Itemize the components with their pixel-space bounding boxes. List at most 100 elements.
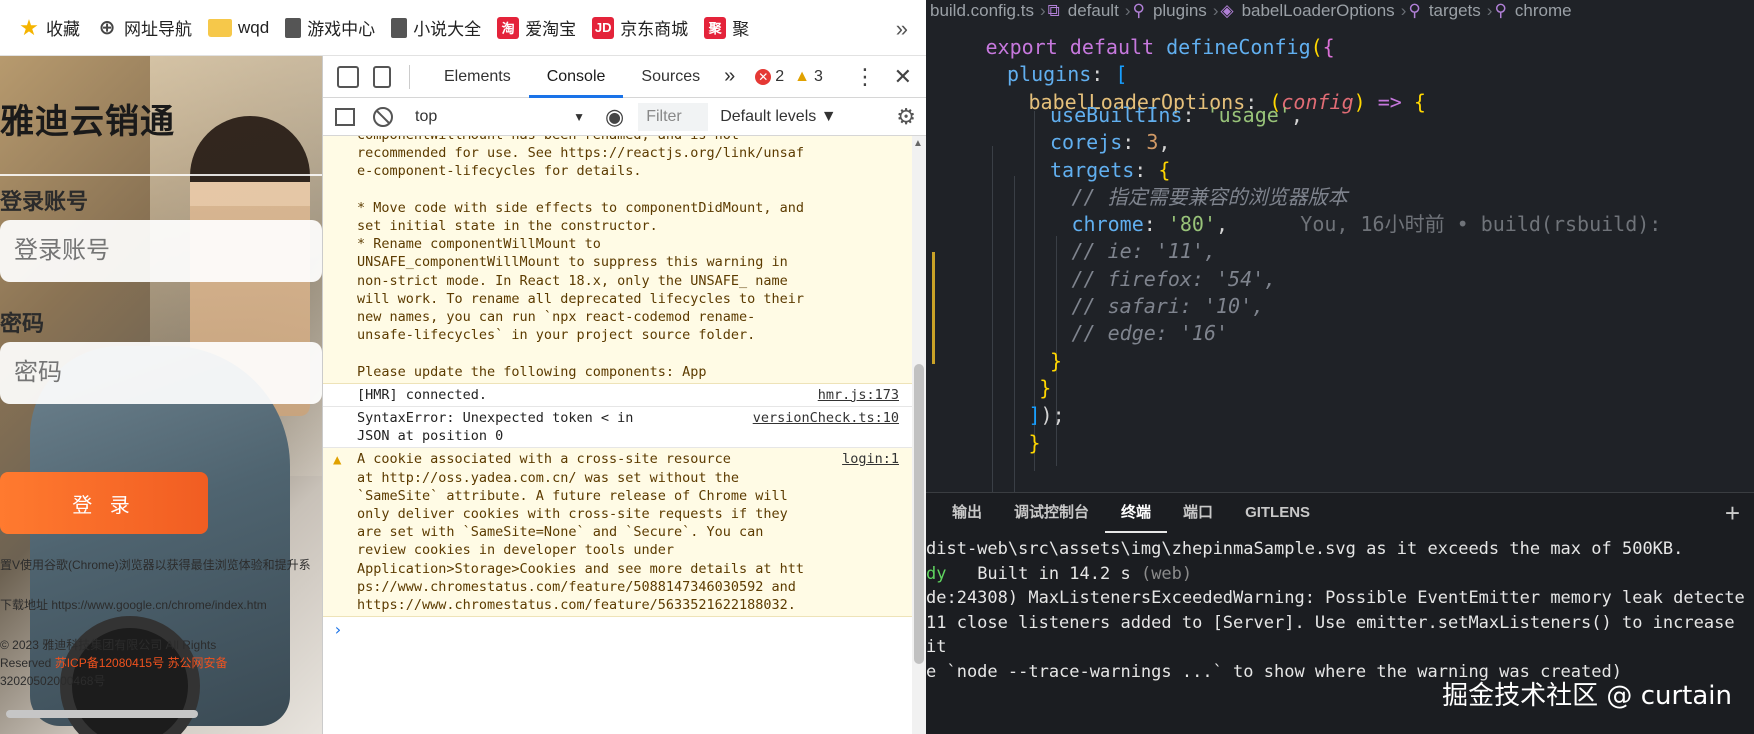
bookmark-item[interactable]: ⊕ 网址导航 [92, 12, 204, 44]
icp-link[interactable]: 苏ICP备12080415号 [55, 656, 164, 670]
download-link[interactable]: 下载地址 https://www.google.cn/chrome/index.… [0, 596, 267, 613]
horizontal-scrollbar[interactable] [6, 710, 198, 718]
terminal-text: de:24308) MaxListenersExceededWarning: P… [926, 588, 1745, 608]
property-icon: ⚲ [1132, 1, 1145, 20]
code-line: } [1039, 373, 1051, 403]
inspect-icon[interactable] [337, 65, 359, 88]
panel-tab[interactable]: 终端 [1105, 493, 1168, 533]
police-number[interactable]: 32020502000468号 [0, 672, 105, 689]
breadcrumb-item[interactable]: build.config.ts [926, 1, 1038, 21]
bookmark-label: 网址导航 [124, 20, 192, 39]
bookmark-item[interactable]: ★ 收藏 [14, 12, 92, 44]
kebab-menu-icon[interactable]: ⋮ [854, 64, 876, 90]
bookmark-item[interactable]: JD 京东商城 [588, 12, 700, 44]
code-token: // ie: '11', [1071, 239, 1217, 264]
code-token: ); [1040, 403, 1065, 428]
code-line: } [1050, 346, 1062, 376]
code-token: 'usage' [1206, 102, 1291, 127]
issue-counts[interactable]: ✕ 2 ▲ 3 [755, 68, 823, 86]
code-token: ( [1310, 35, 1323, 59]
bookmark-item[interactable]: wqd [204, 12, 281, 44]
jd-icon: JD [592, 16, 615, 39]
password-input[interactable] [0, 342, 322, 404]
source-link[interactable]: login:1 [842, 450, 899, 468]
console-prompt[interactable]: › [323, 617, 913, 639]
property-icon: ⚲ [1408, 1, 1421, 20]
code-token: { [1413, 89, 1426, 114]
scroll-up-icon[interactable]: ▲ [913, 138, 923, 149]
console-output: componentWillMount has been renamed, and… [323, 136, 913, 734]
bookmark-label: 小说大全 [413, 20, 482, 39]
code-token: , [1290, 102, 1303, 127]
clear-console-icon[interactable] [373, 106, 393, 127]
login-button[interactable]: 登 录 [0, 472, 208, 534]
add-terminal-icon[interactable]: + [1725, 498, 1740, 529]
breadcrumb-item[interactable]: plugins [1149, 1, 1211, 21]
more-tabs-icon[interactable]: » [724, 65, 735, 88]
code-token: { [1158, 157, 1171, 182]
console-message-text: A cookie associated with a cross-site re… [357, 451, 805, 614]
police-link[interactable]: 苏公网安备 [167, 656, 227, 670]
console-scrollbar[interactable]: ▲ [912, 136, 926, 734]
breadcrumb-item[interactable]: default [1064, 1, 1123, 21]
sidebar-toggle-icon[interactable] [335, 107, 355, 126]
code-token: default [1069, 35, 1167, 59]
code-editor[interactable]: export default defineConfig({plugins: [b… [926, 26, 1754, 586]
breadcrumb-item[interactable]: targets [1425, 1, 1485, 21]
tab-sources[interactable]: Sources [623, 56, 718, 98]
bookmark-item[interactable]: 小说大全 [387, 12, 493, 44]
code-token: plugins [1007, 62, 1092, 87]
code-token: : [1091, 62, 1116, 87]
panel-tab[interactable]: 端口 [1167, 493, 1229, 533]
code-token: : [1134, 157, 1159, 182]
code-token: targets [1050, 157, 1135, 182]
code-line: // safari: '10', [1072, 291, 1265, 321]
bookmark-item[interactable]: 游戏中心 [281, 12, 387, 44]
code-token: corejs [1050, 130, 1123, 155]
code-line: corejs: 3, [1050, 127, 1170, 157]
bookmarks-bar: ★ 收藏 ⊕ 网址导航 wqd 游戏中心 小说大全淘爱淘宝 JD 京东商城聚聚 » [0, 0, 926, 56]
log-levels-dropdown[interactable]: Default levels ▼ [720, 108, 836, 126]
code-token: , [1216, 212, 1229, 237]
code-token: , [1158, 130, 1171, 155]
source-link[interactable]: versionCheck.ts:10 [753, 409, 899, 427]
code-token: : [1182, 102, 1207, 127]
code-line: ]); [1029, 400, 1065, 430]
breadcrumb-item[interactable]: babelLoaderOptions [1238, 1, 1399, 21]
terminal-output[interactable]: dist-web\src\assets\img\zhepinmaSample.s… [926, 533, 1754, 684]
bookmark-item[interactable]: 聚聚 [700, 12, 761, 44]
code-line: // ie: '11', [1072, 236, 1217, 266]
gear-icon[interactable]: ⚙ [896, 104, 916, 130]
login-page: 雅迪云销通 登录账号 密码 登 录 置V使用谷歌(Chrome)浏览器以获得最佳… [0, 56, 322, 734]
code-token: 3 [1146, 130, 1159, 155]
device-toggle-icon[interactable] [373, 65, 391, 88]
scrollbar-thumb[interactable] [914, 364, 924, 664]
bookmark-item[interactable]: 淘爱淘宝 [493, 12, 588, 44]
code-token: ) [1353, 89, 1366, 114]
code-token: // safari: '10', [1071, 294, 1265, 318]
method-icon: ◈ [1220, 1, 1234, 20]
tab-console[interactable]: Console [528, 56, 624, 98]
console-message: SyntaxError: Unexpected token < in JSON … [323, 407, 913, 449]
code-token: : [1122, 130, 1147, 155]
filter-input[interactable]: Filter [638, 102, 709, 131]
breadcrumb-item[interactable]: chrome [1511, 1, 1576, 21]
context-select[interactable]: top ▼ [407, 103, 591, 131]
panel-tab[interactable]: GITLENS [1229, 493, 1326, 533]
symbol-icon: ⧉ [1047, 1, 1060, 20]
more-bookmarks-icon[interactable]: » [896, 16, 908, 42]
panel-tab[interactable]: 输出 [926, 493, 998, 533]
code-line: chrome: '80', You, 16小时前 • build(rsbuild… [1072, 209, 1662, 239]
code-token: } [1050, 348, 1063, 373]
console-message-text: [HMR] connected. [357, 386, 488, 403]
source-link[interactable]: hmr.js:173 [818, 386, 899, 404]
eye-icon[interactable]: ◉ [605, 104, 624, 130]
devtools-panel: Elements Console Sources » ✕ 2 ▲ 3 ⋮ ✕ top… [322, 56, 926, 734]
app-title: 雅迪云销通 [0, 103, 175, 141]
bookmark-label: 游戏中心 [307, 20, 376, 39]
close-icon[interactable]: ✕ [894, 64, 912, 90]
screen: ★ 收藏 ⊕ 网址导航 wqd 游戏中心 小说大全淘爱淘宝 JD 京东商城聚聚 » 雅迪云销通 登… [0, 0, 1754, 734]
tab-elements[interactable]: Elements [426, 56, 529, 98]
panel-tab[interactable]: 调试控制台 [998, 493, 1105, 533]
account-input[interactable] [0, 220, 322, 282]
